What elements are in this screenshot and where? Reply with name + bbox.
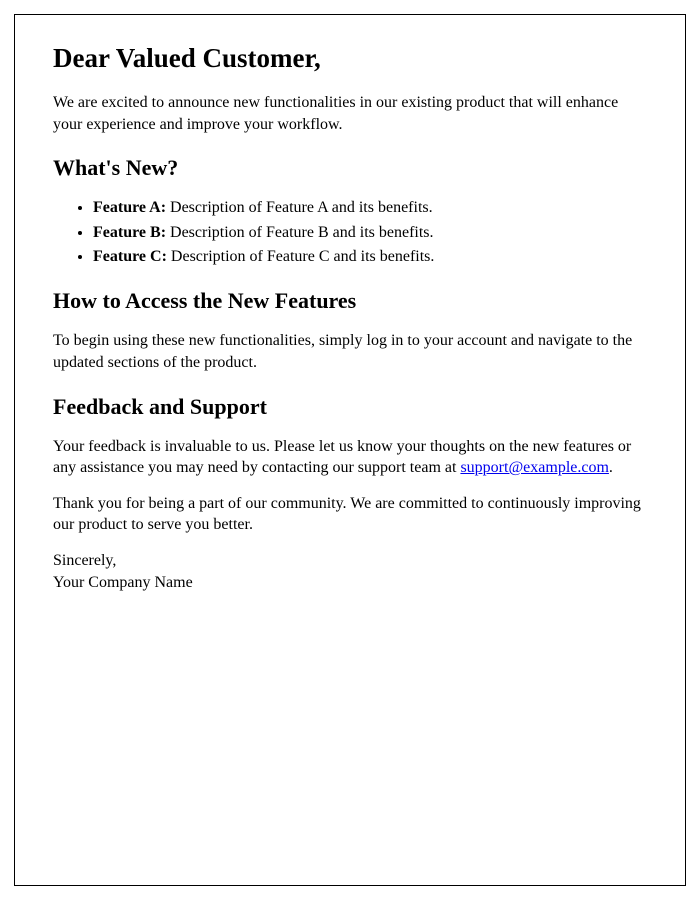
thanks-paragraph: Thank you for being a part of our commun…: [53, 493, 647, 536]
feedback-paragraph: Your feedback is invaluable to us. Pleas…: [53, 436, 647, 479]
feature-desc: Description of Feature B and its benefit…: [166, 224, 434, 241]
signoff-text: Sincerely,: [53, 550, 647, 572]
feature-desc: Description of Feature C and its benefit…: [167, 248, 435, 265]
feature-name: Feature C:: [93, 248, 167, 265]
feature-name: Feature A:: [93, 199, 166, 216]
feedback-heading: Feedback and Support: [53, 394, 647, 420]
feature-name: Feature B:: [93, 224, 166, 241]
features-list: Feature A: Description of Feature A and …: [93, 197, 647, 268]
access-paragraph: To begin using these new functionalities…: [53, 330, 647, 373]
intro-paragraph: We are excited to announce new functiona…: [53, 92, 647, 135]
list-item: Feature C: Description of Feature C and …: [93, 246, 647, 268]
greeting-heading: Dear Valued Customer,: [53, 43, 647, 74]
list-item: Feature B: Description of Feature B and …: [93, 222, 647, 244]
feature-desc: Description of Feature A and its benefit…: [166, 199, 433, 216]
access-heading: How to Access the New Features: [53, 288, 647, 314]
company-name: Your Company Name: [53, 572, 647, 594]
support-email-link[interactable]: support@example.com: [460, 459, 608, 476]
list-item: Feature A: Description of Feature A and …: [93, 197, 647, 219]
document-container: Dear Valued Customer, We are excited to …: [14, 14, 686, 886]
feedback-text-suffix: .: [609, 459, 613, 476]
whats-new-heading: What's New?: [53, 155, 647, 181]
closing-block: Sincerely, Your Company Name: [53, 550, 647, 593]
